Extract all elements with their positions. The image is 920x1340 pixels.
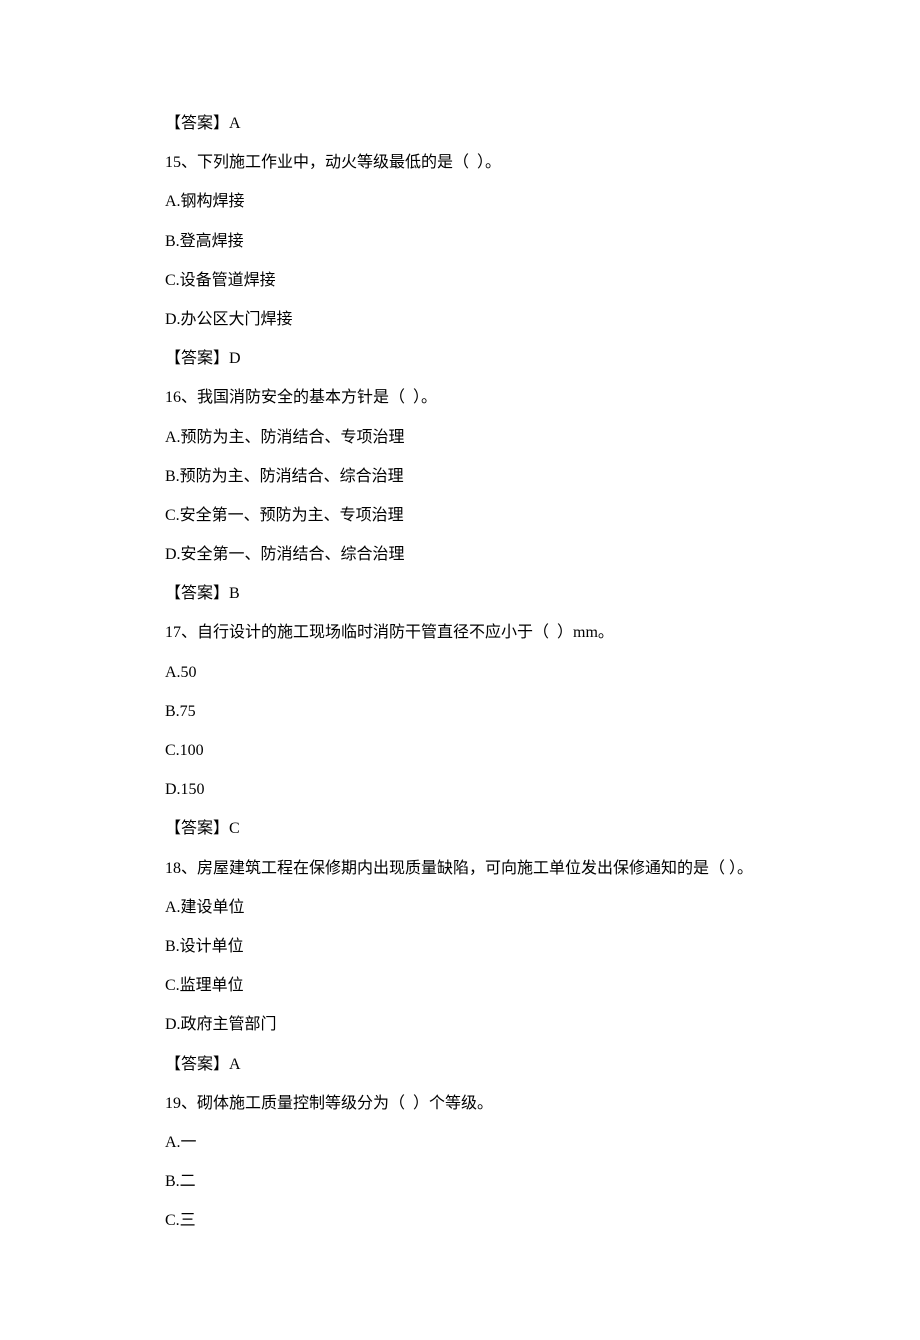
option-b: B.设计单位 <box>165 927 770 966</box>
option-c: C.100 <box>165 731 770 770</box>
option-d: D.政府主管部门 <box>165 1005 770 1044</box>
question-text: 15、下列施工作业中，动火等级最低的是（ ）。 <box>165 143 770 182</box>
answer-label: 【答案】A <box>165 104 770 143</box>
option-c: C.安全第一、预防为主、专项治理 <box>165 496 770 535</box>
answer-label: 【答案】C <box>165 809 770 848</box>
answer-label: 【答案】A <box>165 1045 770 1084</box>
option-b: B.75 <box>165 692 770 731</box>
option-a: A.一 <box>165 1123 770 1162</box>
option-a: A.建设单位 <box>165 888 770 927</box>
question-text: 19、砌体施工质量控制等级分为（ ）个等级。 <box>165 1084 770 1123</box>
answer-label: 【答案】B <box>165 574 770 613</box>
option-b: B.预防为主、防消结合、综合治理 <box>165 457 770 496</box>
document-page: 【答案】A 15、下列施工作业中，动火等级最低的是（ ）。 A.钢构焊接 B.登… <box>0 0 920 1340</box>
option-d: D.安全第一、防消结合、综合治理 <box>165 535 770 574</box>
option-c: C.监理单位 <box>165 966 770 1005</box>
option-a: A.预防为主、防消结合、专项治理 <box>165 418 770 457</box>
option-c: C.设备管道焊接 <box>165 261 770 300</box>
option-d: D.150 <box>165 770 770 809</box>
option-a: A.50 <box>165 653 770 692</box>
answer-label: 【答案】D <box>165 339 770 378</box>
option-c: C.三 <box>165 1201 770 1240</box>
option-b: B.二 <box>165 1162 770 1201</box>
question-text: 16、我国消防安全的基本方针是（ ）。 <box>165 378 770 417</box>
option-a: A.钢构焊接 <box>165 182 770 221</box>
question-text: 17、自行设计的施工现场临时消防干管直径不应小于（ ）mm。 <box>165 613 770 652</box>
question-text: 18、房屋建筑工程在保修期内出现质量缺陷，可向施工单位发出保修通知的是（ ）。 <box>165 849 770 888</box>
option-b: B.登高焊接 <box>165 222 770 261</box>
option-d: D.办公区大门焊接 <box>165 300 770 339</box>
